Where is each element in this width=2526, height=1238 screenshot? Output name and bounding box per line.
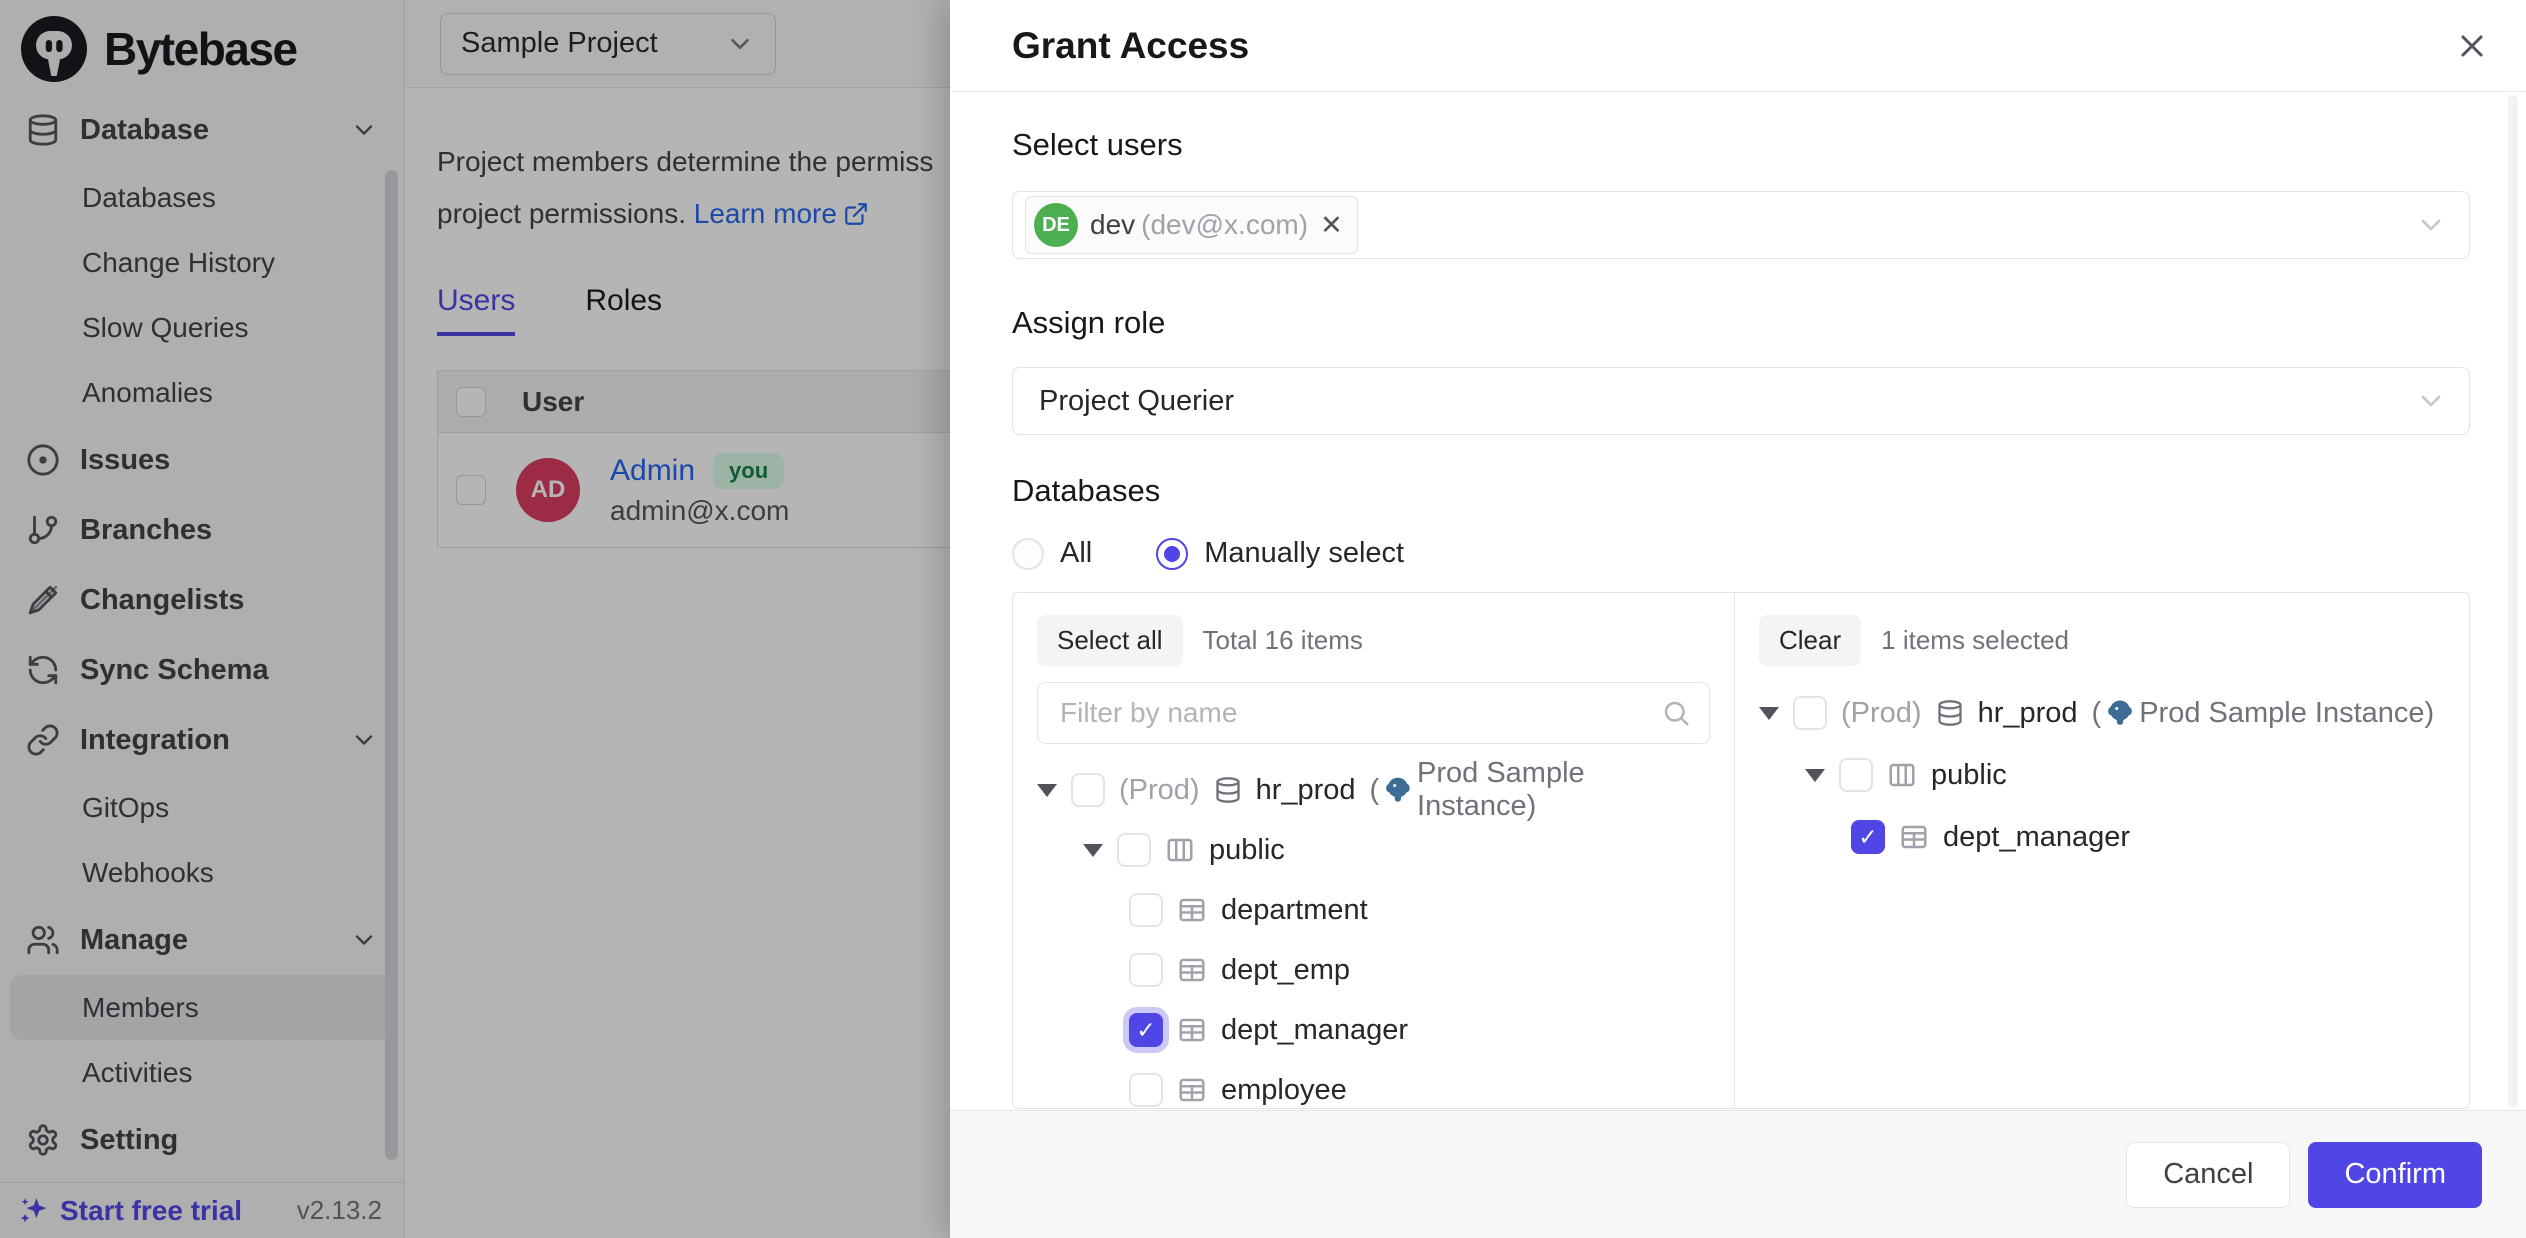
radio-manually-select[interactable]	[1156, 538, 1188, 570]
modal-footer: Cancel Confirm	[950, 1110, 2526, 1238]
table-icon	[1177, 955, 1207, 985]
table-icon	[1177, 1015, 1207, 1045]
source-panel: Select all Total 16 items (Prod)	[1013, 593, 1734, 1108]
modal-title: Grant Access	[1012, 25, 1249, 67]
checkbox[interactable]	[1793, 696, 1827, 730]
selected-count-label: 1 items selected	[1881, 625, 2069, 656]
filter-box	[1037, 682, 1710, 744]
clear-button[interactable]: Clear	[1759, 615, 1861, 666]
users-multiselect[interactable]: DE dev (dev@x.com) ✕	[1012, 191, 2470, 259]
modal-header: Grant Access	[950, 0, 2526, 92]
checkbox[interactable]	[1071, 773, 1105, 807]
role-select[interactable]: Project Querier	[1012, 367, 2470, 435]
instance-label: ( Prod Sample Instance)	[1370, 757, 1710, 823]
tree-row-schema[interactable]: public	[1037, 820, 1710, 880]
radio-manual-label: Manually select	[1204, 537, 1404, 570]
env-label: (Prod)	[1119, 774, 1200, 807]
modal-body: Select users DE dev (dev@x.com) ✕ Assign…	[950, 93, 2526, 1110]
tree-row-database[interactable]: (Prod) hr_prod ( Prod Sample Instance)	[1037, 760, 1710, 820]
tree-row-table-selected[interactable]: dept_manager	[1037, 1000, 1710, 1060]
table-name: dept_emp	[1221, 954, 1350, 987]
tree-row-table[interactable]: dept_emp	[1037, 940, 1710, 1000]
table-icon	[1177, 895, 1207, 925]
tree-row-database[interactable]: (Prod) hr_prod ( Prod Sample Instance)	[1759, 682, 2445, 744]
postgresql-icon	[2105, 698, 2135, 728]
avatar: DE	[1034, 203, 1078, 247]
table-name: dept_manager	[1221, 1014, 1408, 1047]
modal-scrollbar[interactable]	[2508, 95, 2518, 1108]
checkbox[interactable]	[1839, 758, 1873, 792]
databases-label: Databases	[1012, 473, 2470, 509]
tree-row-table[interactable]: employee	[1037, 1060, 1710, 1108]
env-label: (Prod)	[1841, 697, 1922, 730]
selected-panel: Clear 1 items selected (Prod) hr_prod (	[1734, 593, 2469, 1108]
database-name: hr_prod	[1978, 697, 2078, 730]
chevron-down-icon[interactable]	[2415, 209, 2447, 241]
remove-user-icon[interactable]: ✕	[1320, 212, 1343, 239]
caret-down-icon[interactable]	[1083, 844, 1103, 857]
instance-label: ( Prod Sample Instance)	[2092, 697, 2435, 730]
checkbox[interactable]	[1129, 1073, 1163, 1107]
source-tree: (Prod) hr_prod ( Prod Sample Instance)	[1037, 760, 1710, 1108]
chip-user-email: (dev@x.com)	[1141, 209, 1308, 241]
radio-all-label: All	[1060, 537, 1092, 570]
tree-row-table-selected[interactable]: dept_manager	[1759, 806, 2445, 868]
filter-input[interactable]	[1060, 697, 1661, 729]
checkbox[interactable]	[1129, 893, 1163, 927]
checkbox[interactable]	[1117, 833, 1151, 867]
select-users-label: Select users	[1012, 127, 2470, 163]
caret-down-icon[interactable]	[1805, 769, 1825, 782]
chevron-down-icon[interactable]	[2415, 385, 2447, 417]
table-name: department	[1221, 894, 1368, 927]
caret-down-icon[interactable]	[1037, 784, 1057, 797]
close-icon[interactable]	[2454, 28, 2490, 64]
schema-icon	[1165, 835, 1195, 865]
database-scope-radios: All Manually select	[1012, 537, 2470, 570]
checkbox-checked[interactable]	[1129, 1013, 1163, 1047]
checkbox-checked[interactable]	[1851, 820, 1885, 854]
database-name: hr_prod	[1256, 774, 1356, 807]
cancel-button[interactable]: Cancel	[2126, 1142, 2290, 1208]
total-items-label: Total 16 items	[1203, 625, 1363, 656]
table-icon	[1899, 822, 1929, 852]
user-chip: DE dev (dev@x.com) ✕	[1025, 196, 1358, 254]
database-transfer: Select all Total 16 items (Prod)	[1012, 592, 2470, 1109]
bytebase-app: Bytebase Database Databases Change Histo…	[0, 0, 2526, 1238]
chip-user-name: dev	[1090, 209, 1135, 241]
radio-all[interactable]	[1012, 538, 1044, 570]
tree-row-table[interactable]: department	[1037, 880, 1710, 940]
assign-role-label: Assign role	[1012, 305, 2470, 341]
grant-access-modal: Grant Access Select users DE dev (dev@x.…	[950, 0, 2526, 1238]
schema-name: public	[1209, 834, 1285, 867]
selected-tree: (Prod) hr_prod ( Prod Sample Instance)	[1759, 682, 2445, 868]
checkbox[interactable]	[1129, 953, 1163, 987]
role-value: Project Querier	[1039, 385, 1234, 418]
schema-icon	[1887, 760, 1917, 790]
table-icon	[1177, 1075, 1207, 1105]
search-icon	[1661, 698, 1691, 728]
tree-row-schema[interactable]: public	[1759, 744, 2445, 806]
table-name: employee	[1221, 1074, 1347, 1107]
table-name: dept_manager	[1943, 821, 2130, 854]
confirm-button[interactable]: Confirm	[2308, 1142, 2482, 1208]
caret-down-icon[interactable]	[1759, 707, 1779, 720]
database-icon	[1936, 699, 1964, 727]
schema-name: public	[1931, 759, 2007, 792]
postgresql-icon	[1383, 775, 1413, 805]
select-all-button[interactable]: Select all	[1037, 615, 1183, 666]
database-icon	[1214, 776, 1242, 804]
